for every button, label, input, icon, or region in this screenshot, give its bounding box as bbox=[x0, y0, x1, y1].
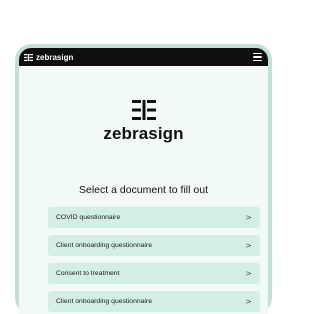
chevron-right-icon: > bbox=[245, 269, 252, 278]
brand-name: zebrasign bbox=[36, 52, 74, 62]
zebrasign-small-logo-icon bbox=[24, 53, 33, 61]
document-item-covid-questionnaire[interactable]: COVID questionnaire > bbox=[48, 207, 260, 228]
main-content: zebrasign Select a document to fill out … bbox=[19, 66, 268, 314]
document-list: COVID questionnaire > Client onboarding … bbox=[48, 207, 260, 314]
app-screen: zebrasign zebrasign Select a document to… bbox=[19, 48, 268, 314]
chevron-right-icon: > bbox=[245, 213, 252, 222]
device-frame: zebrasign zebrasign Select a document to… bbox=[15, 44, 272, 314]
document-label: Client onboarding questionnaire bbox=[56, 242, 152, 249]
document-item-client-onboarding[interactable]: Client onboarding questionnaire > bbox=[48, 235, 260, 256]
brand-link[interactable]: zebrasign bbox=[24, 53, 73, 62]
page-prompt: Select a document to fill out bbox=[79, 184, 208, 196]
document-item-client-onboarding-2[interactable]: Client onboarding questionnaire > bbox=[48, 291, 260, 312]
top-bar: zebrasign bbox=[19, 48, 268, 66]
chevron-right-icon: > bbox=[245, 241, 252, 250]
chevron-right-icon: > bbox=[245, 297, 252, 306]
logo-block: zebrasign bbox=[19, 100, 268, 144]
document-item-consent-to-treatment[interactable]: Consent to treatment > bbox=[48, 263, 260, 284]
document-label: COVID questionnaire bbox=[56, 214, 121, 221]
logo-wordmark: zebrasign bbox=[103, 124, 184, 143]
hamburger-menu-icon[interactable] bbox=[253, 53, 262, 61]
zebrasign-logo-icon bbox=[131, 100, 156, 120]
document-label: Consent to treatment bbox=[56, 270, 120, 277]
